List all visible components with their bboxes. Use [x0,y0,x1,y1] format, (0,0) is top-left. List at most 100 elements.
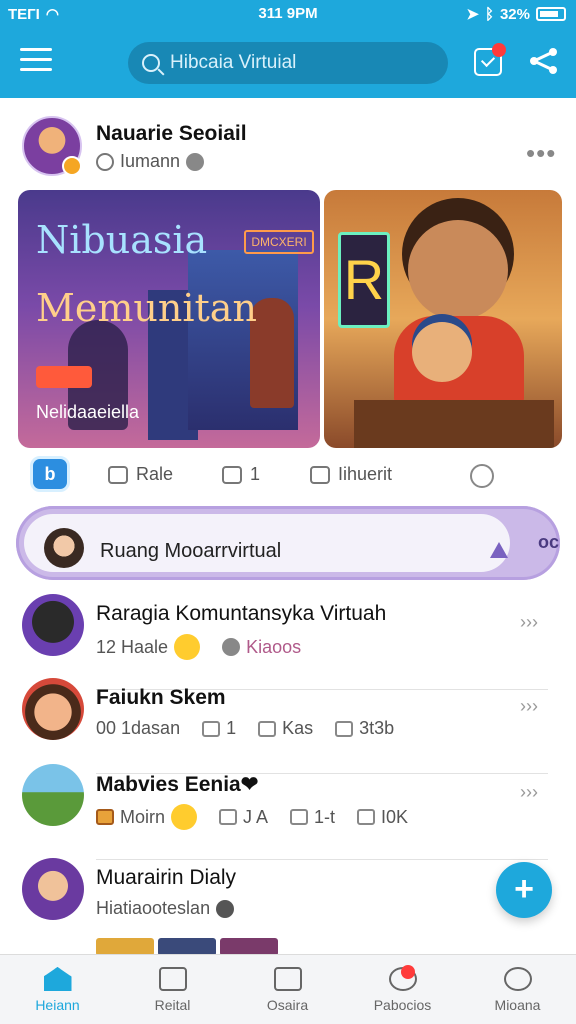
tab-reital[interactable]: Reital [115,955,230,1024]
meta-item: I0K [357,807,408,828]
child-character [412,322,472,382]
search-input[interactable]: Hibcaia Virtuial [128,42,448,84]
tab-label: Reital [154,997,191,1013]
thumbs-up-icon [258,720,277,737]
bluetooth-icon: ᛒ [484,5,494,23]
virtual-room-banner[interactable]: Ruang Mooarrvirtual oc [16,506,560,580]
meta-item: Hiatiaooteslan [96,898,235,919]
tab-osaira[interactable]: Osaira [230,955,345,1024]
compose-fab-button[interactable]: + [496,862,552,918]
list-icon [158,967,187,991]
meta-item: 3t3b [335,718,394,739]
post-image-left[interactable]: DMCXERI Nibuasia Memunitan Nelidaaeiella [18,190,320,448]
desk-shape [354,400,554,448]
meta-item: 1-t [290,807,335,828]
search-icon [142,54,160,72]
list-item-title: Raragia Komuntansyka Virtuah [96,602,387,625]
verified-badge-icon [62,156,82,176]
letter-sign: R [338,232,390,328]
like-button[interactable]: Rale [108,464,173,485]
avatar [22,764,84,826]
battery-percent: 32% [499,5,530,23]
tab-profile[interactable]: Mioana [460,955,575,1024]
location-icon: ➤ [466,6,479,23]
comment-icon [222,465,242,484]
avatar [22,858,84,920]
image-title-line1: Nibuasia [36,218,208,262]
comment-button[interactable]: 1 [222,464,260,485]
avatar [22,594,84,656]
app-header: TEГI ◠ 311 9PM ➤ ᛒ 32% Hibcaia Virtuial [0,0,576,98]
share-post-button[interactable]: Iihuerit [310,464,392,485]
notification-badge [401,965,415,979]
share-label: Iihuerit [338,464,393,484]
image-caption: Nelidaaeiella [36,402,140,422]
post-actions: b Rale 1 Iihuerit [0,456,576,496]
tab-home[interactable]: Heiann [0,955,115,1024]
post-subtitle-text: Iumann [120,151,181,171]
list-item-meta: 12 Haale Kiaoos [96,634,323,660]
share-icon[interactable] [528,46,560,76]
room-pill: Ruang Mooarrvirtual [24,514,510,572]
meta-text: 00 1dasan [96,718,181,738]
chevron-right-icon[interactable]: ››› [520,612,538,633]
share-arrow-icon [357,809,376,825]
more-options-icon[interactable]: ••• [526,138,556,169]
list-item-meta: Moirn J A 1-t I0K [96,804,430,830]
meta-item: Moirn [96,804,198,830]
tab-label: Heiann [35,997,80,1013]
app-badge-icon[interactable]: b [30,456,70,492]
pencil-icon [108,465,128,484]
image-tag [36,366,92,388]
list-item-meta: 00 1dasan 1 Kas 3t3b [96,718,416,739]
tab-pabocios[interactable]: Pabocios [345,955,460,1024]
menu-line [20,48,52,51]
list-item[interactable]: Faiukn Skem 00 1dasan 1 Kas 3t3b ››› [0,678,576,774]
smile-emoji-icon [174,634,201,660]
search-placeholder: Hibcaia Virtuial [170,52,297,73]
emoji-icon [216,899,235,918]
menu-line [20,68,52,71]
list-item[interactable]: Mabvies Eenia❤ Moirn J A 1-t I0K ››› [0,764,576,860]
chevron-right-icon[interactable]: ››› [520,782,538,803]
share-arrow-icon [310,465,330,484]
menu-button[interactable] [20,48,52,74]
list-item[interactable]: Raragia Komuntansyka Virtuah 12 Haale Ki… [0,594,576,690]
home-icon [43,967,72,991]
chevron-right-icon[interactable]: ››› [520,696,538,717]
camera-icon [273,967,302,991]
post-author[interactable]: Nauarie Seoiail [96,122,247,146]
meta-text: Kiaoos [246,636,302,657]
notification-badge [492,43,506,57]
room-label: Ruang Mooarrvirtual [100,540,282,562]
menu-line [20,58,52,61]
sun-emoji-icon [171,804,198,830]
tab-label: Pabocios [373,997,432,1013]
meta-text: I0K [381,806,409,827]
battery-icon [536,7,566,21]
meta-text: 1-t [314,806,336,827]
status-bar: TEГI ◠ 311 9PM ➤ ᛒ 32% [0,0,576,28]
pencil-icon [202,720,221,737]
share-arrow-icon [335,720,354,737]
meta-item: 12 Haale [96,634,201,660]
comment-count: 1 [250,464,261,484]
profile-icon [503,967,532,991]
list-item-title: Muarairin Dialy [96,866,237,889]
pencil-icon [290,809,309,825]
post-subtitle: Iumann [96,151,205,172]
meta-item: 00 1dasan [96,718,180,739]
list-item[interactable]: Muarairin Dialy Hiatiaooteslan [0,858,576,942]
meta-text: Hiatiaooteslan [96,898,211,918]
reaction-icon[interactable] [470,464,494,488]
meta-text: 1 [226,718,237,738]
meta-text: 12 Haale [96,636,169,657]
post-image-right[interactable]: R [324,190,562,448]
list-item-title: Mabvies Eenia❤ [96,773,259,796]
meta-item: Kas [258,718,313,739]
room-end-text: oc [538,532,560,552]
meta-text: J A [243,806,269,827]
globe-icon [186,152,205,171]
meta-item: Kiaoos [222,637,301,658]
meta-text: 3t3b [359,718,395,738]
